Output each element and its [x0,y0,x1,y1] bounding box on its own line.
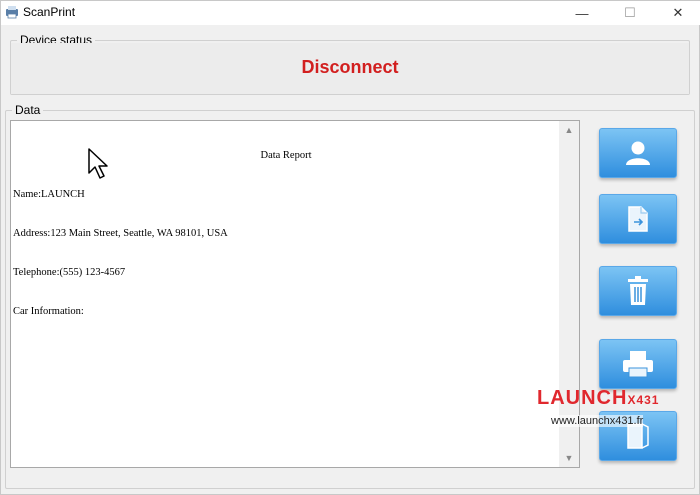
report-line-address: Address:123 Main Street, Seattle, WA 981… [13,228,228,239]
close-button[interactable]: ✕ [655,1,700,25]
minimize-button[interactable]: — [559,1,605,25]
maximize-button[interactable]: ☐ [607,1,653,25]
report-line-car-information: Car Information: [13,306,84,317]
scroll-down-arrow-icon[interactable]: ▼ [559,449,579,467]
scroll-up-arrow-icon[interactable]: ▲ [559,121,579,139]
print-button[interactable] [599,339,677,389]
device-status-panel: Disconnect [11,43,689,94]
watermark-url: www.launchx431.fr [551,415,644,427]
data-legend: Data [15,103,41,117]
connection-status: Disconnect [301,57,399,77]
printer-icon [623,351,653,378]
file-button[interactable] [599,194,677,244]
trash-icon [628,276,648,305]
report-line-name: Name:LAUNCH [13,189,85,200]
document-icon [628,206,648,232]
window-title: ScanPrint [23,5,76,19]
title-bar[interactable]: ScanPrint — ☐ ✕ [1,1,700,25]
mouse-cursor-icon [88,148,108,179]
watermark-brand: LAUNCHX431 [537,387,660,409]
user-button[interactable] [599,128,677,178]
user-icon [626,141,650,165]
delete-button[interactable] [599,266,677,316]
report-line-telephone: Telephone:(555) 123-4567 [13,267,126,278]
scanprint-window: ScanPrint — ☐ ✕ Device status Disconnect… [0,0,700,495]
watermark-model: X431 [627,393,660,407]
app-icon [6,6,18,19]
watermark-logo: LAUNCHX431 www.launchx431.fr [537,387,687,435]
